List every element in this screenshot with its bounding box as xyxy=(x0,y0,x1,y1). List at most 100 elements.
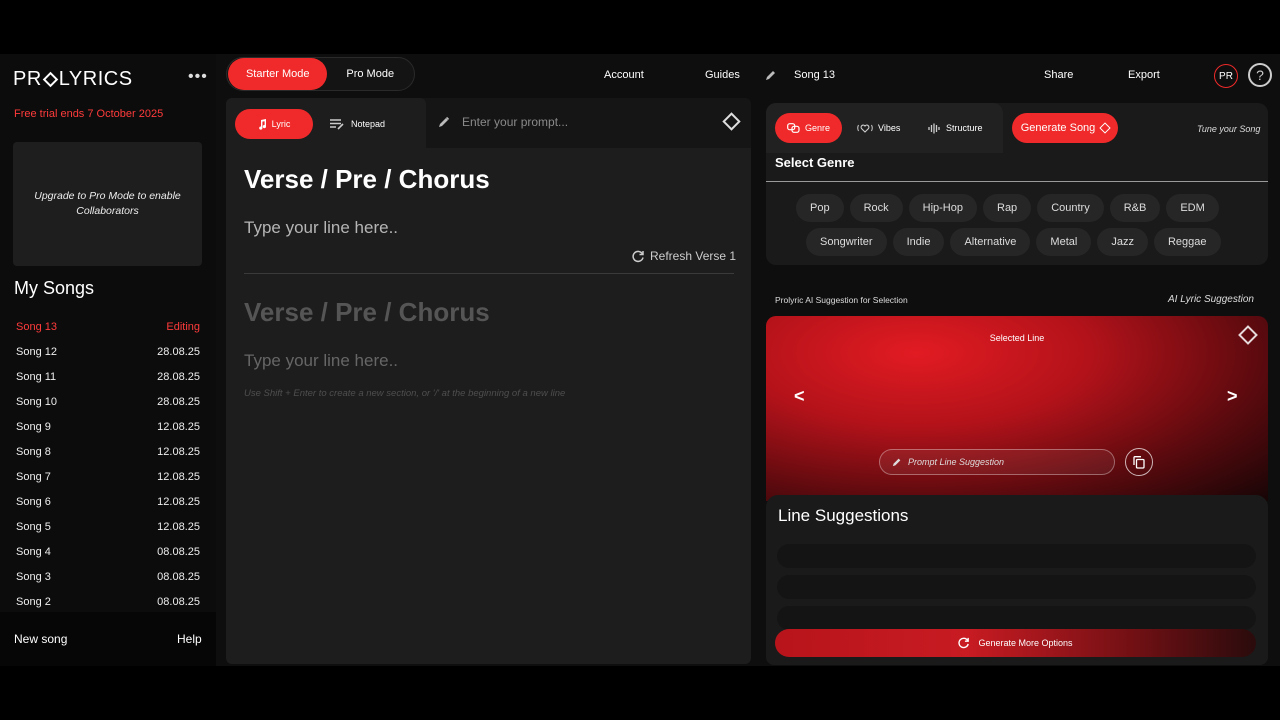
line-suggestions-panel: Line Suggestions Generate More Options xyxy=(766,495,1268,665)
suggestion-row[interactable] xyxy=(777,544,1256,568)
genre-chip[interactable]: Metal xyxy=(1036,228,1092,256)
editor-hint: Use Shift + Enter to create a new sectio… xyxy=(244,388,566,399)
tab-notepad-label: Notepad xyxy=(351,119,386,129)
tab-structure-label: Structure xyxy=(946,123,983,133)
lyric-line-input[interactable]: Type your line here.. xyxy=(244,218,398,238)
song-item[interactable]: Song 9 12.08.25 xyxy=(16,414,200,439)
genre-chip[interactable]: Rock xyxy=(849,194,903,222)
song-item[interactable]: Song 6 12.08.25 xyxy=(16,489,200,514)
song-name: Song 3 xyxy=(16,570,51,583)
lyric-editor: Lyric Notepad Verse / Pre / Chorus Type … xyxy=(226,98,751,664)
genre-chip[interactable]: EDM xyxy=(1166,194,1219,222)
generate-song-button[interactable]: Generate Song xyxy=(1012,113,1118,143)
song-name: Song 9 xyxy=(16,420,51,433)
sparkle-icon[interactable] xyxy=(722,112,741,131)
tab-vibes[interactable]: Vibes xyxy=(857,113,900,143)
genre-chip[interactable]: Jazz xyxy=(1097,228,1148,256)
app-window: PR LYRICS ••• Free trial ends 7 October … xyxy=(0,54,1280,666)
song-item[interactable]: Song 5 12.08.25 xyxy=(16,514,200,539)
prev-suggestion-button[interactable]: < xyxy=(794,386,805,407)
tab-vibes-label: Vibes xyxy=(878,123,901,133)
account-link[interactable]: Account xyxy=(604,69,644,81)
prompt-line-placeholder: Prompt Line Suggestion xyxy=(908,457,1005,467)
song-name: Song 2 xyxy=(16,595,51,608)
song-item[interactable]: Song 10 28.08.25 xyxy=(16,389,200,414)
selected-line-label: Selected Line xyxy=(989,333,1045,343)
song-item[interactable]: Song 3 08.08.25 xyxy=(16,564,200,589)
tab-genre[interactable]: Genre xyxy=(775,113,842,143)
genre-panel: Genre Vibes Structure Generate Song Tune… xyxy=(766,103,1268,265)
logo-text-left: PR xyxy=(13,68,42,90)
prompt-line-input[interactable]: Prompt Line Suggestion xyxy=(879,449,1115,475)
generate-more-button[interactable]: Generate More Options xyxy=(775,629,1256,657)
song-item[interactable]: Song 7 12.08.25 xyxy=(16,464,200,489)
song-name: Song 11 xyxy=(16,370,57,383)
upgrade-card[interactable]: Upgrade to Pro Mode to enable Collaborat… xyxy=(13,142,202,266)
tab-structure[interactable]: Structure xyxy=(928,113,983,143)
genre-chip[interactable]: Country xyxy=(1037,194,1104,222)
select-genre-heading: Select Genre xyxy=(775,155,855,170)
edit-pencil-icon[interactable] xyxy=(765,69,777,81)
song-name: Song 6 xyxy=(16,495,51,508)
pen-icon xyxy=(892,458,901,467)
more-options-icon[interactable]: ••• xyxy=(188,68,208,86)
song-name: Song 7 xyxy=(16,470,51,483)
pen-icon xyxy=(439,116,450,127)
song-title[interactable]: Song 13 xyxy=(794,69,835,81)
song-date: 28.08.25 xyxy=(157,370,200,383)
genre-chip[interactable]: Hip-Hop xyxy=(908,194,977,222)
pro-mode-button[interactable]: Pro Mode xyxy=(327,58,413,90)
ai-suggestion-label: Prolyric AI Suggestion for Selection xyxy=(775,295,908,305)
lyric-line-placeholder[interactable]: Type your line here.. xyxy=(244,351,398,371)
refresh-icon xyxy=(958,637,970,649)
tune-song-link[interactable]: Tune your Song xyxy=(1197,124,1260,134)
starter-mode-button[interactable]: Starter Mode xyxy=(228,58,328,90)
help-icon[interactable]: ? xyxy=(1248,63,1272,87)
refresh-verse-label: Refresh Verse 1 xyxy=(650,249,737,263)
song-item[interactable]: Song 4 08.08.25 xyxy=(16,539,200,564)
copy-button[interactable] xyxy=(1125,448,1153,476)
song-item[interactable]: Song 8 12.08.25 xyxy=(16,439,200,464)
prompt-input[interactable] xyxy=(462,112,712,132)
song-item[interactable]: Song 2 08.08.25 xyxy=(16,589,200,614)
suggestion-row[interactable] xyxy=(777,606,1256,630)
new-song-button[interactable]: New song xyxy=(14,632,67,646)
song-item[interactable]: Song 13 Editing xyxy=(16,314,200,339)
section-divider xyxy=(244,273,734,274)
song-date: 12.08.25 xyxy=(157,520,200,533)
song-date: 08.08.25 xyxy=(157,570,200,583)
tab-notepad[interactable]: Notepad xyxy=(330,109,385,139)
song-name: Song 12 xyxy=(16,345,57,358)
genre-chip[interactable]: R&B xyxy=(1109,194,1161,222)
genre-chip[interactable]: Rap xyxy=(983,194,1032,222)
section-title[interactable]: Verse / Pre / Chorus xyxy=(244,164,490,195)
genre-chip[interactable]: Reggae xyxy=(1153,228,1221,256)
export-button[interactable]: Export xyxy=(1128,69,1160,81)
waveform-icon xyxy=(928,123,940,133)
sidebar: PR LYRICS ••• Free trial ends 7 October … xyxy=(0,54,216,666)
song-date: 08.08.25 xyxy=(157,545,200,558)
avatar[interactable]: PR xyxy=(1214,64,1238,88)
sidebar-footer: New song Help xyxy=(0,612,216,666)
genre-divider xyxy=(766,181,1268,182)
guides-link[interactable]: Guides xyxy=(705,69,740,81)
genre-chip[interactable]: Alternative xyxy=(950,228,1031,256)
section-title-placeholder[interactable]: Verse / Pre / Chorus xyxy=(244,297,490,328)
song-name: Song 8 xyxy=(16,445,51,458)
genre-chip[interactable]: Pop xyxy=(796,194,844,222)
tab-lyric[interactable]: Lyric xyxy=(235,109,313,139)
masks-icon xyxy=(787,123,800,133)
genre-chip[interactable]: Indie xyxy=(892,228,945,256)
next-suggestion-button[interactable]: > xyxy=(1227,386,1238,407)
app-logo[interactable]: PR LYRICS xyxy=(13,68,133,91)
share-button[interactable]: Share xyxy=(1044,69,1073,81)
song-name: Song 5 xyxy=(16,520,51,533)
suggestion-row[interactable] xyxy=(777,575,1256,599)
song-item[interactable]: Song 11 28.08.25 xyxy=(16,364,200,389)
song-date: 12.08.25 xyxy=(157,495,200,508)
song-item[interactable]: Song 12 28.08.25 xyxy=(16,339,200,364)
help-link[interactable]: Help xyxy=(177,632,202,646)
copy-icon xyxy=(1133,455,1145,469)
genre-chip[interactable]: Songwriter xyxy=(806,228,887,256)
refresh-verse-button[interactable]: Refresh Verse 1 xyxy=(632,249,736,263)
